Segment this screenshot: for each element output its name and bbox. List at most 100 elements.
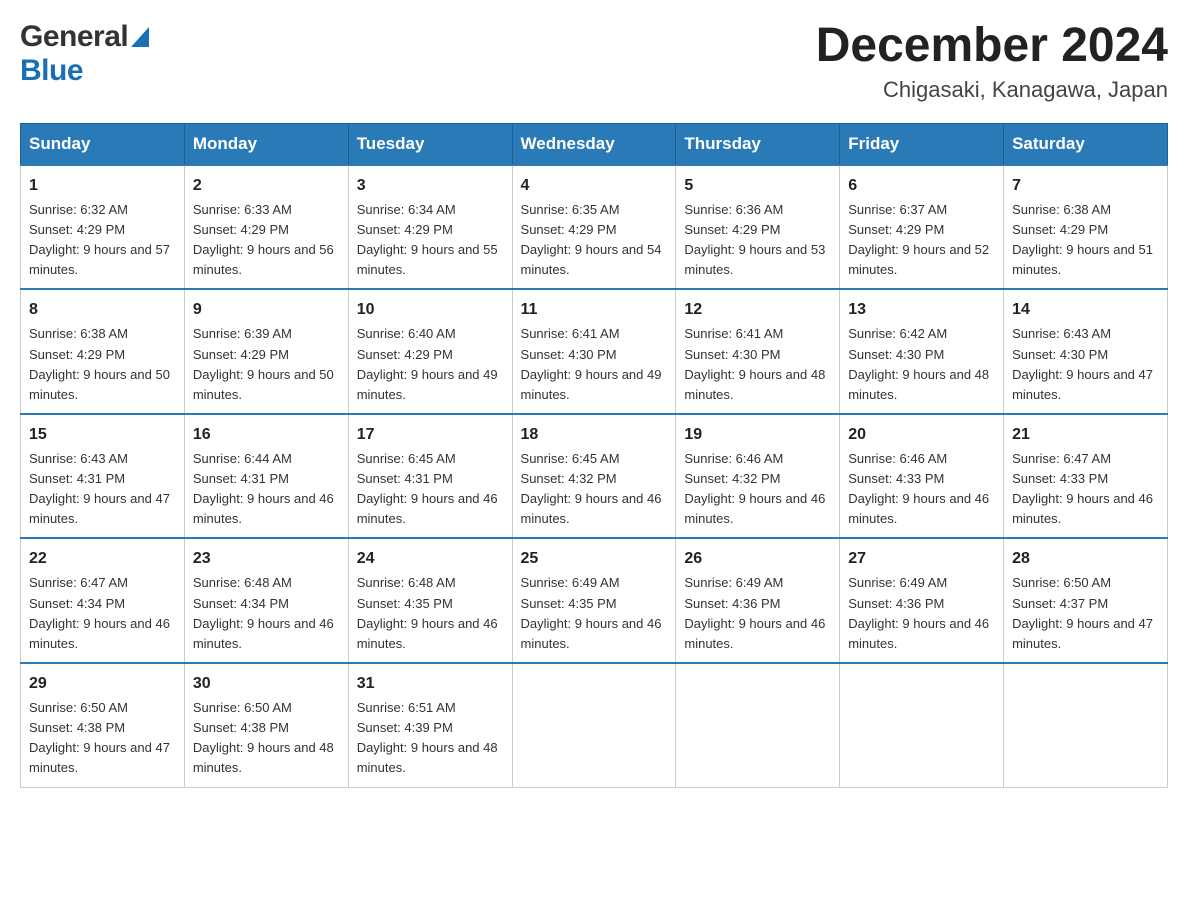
table-row: 25Sunrise: 6:49 AMSunset: 4:35 PMDayligh… bbox=[512, 538, 676, 663]
day-info: Sunrise: 6:43 AMSunset: 4:31 PMDaylight:… bbox=[29, 449, 176, 530]
table-row: 14Sunrise: 6:43 AMSunset: 4:30 PMDayligh… bbox=[1004, 289, 1168, 414]
calendar-week-row: 22Sunrise: 6:47 AMSunset: 4:34 PMDayligh… bbox=[21, 538, 1168, 663]
table-row bbox=[512, 663, 676, 787]
day-number: 12 bbox=[684, 298, 831, 322]
table-row: 27Sunrise: 6:49 AMSunset: 4:36 PMDayligh… bbox=[840, 538, 1004, 663]
table-row: 19Sunrise: 6:46 AMSunset: 4:32 PMDayligh… bbox=[676, 414, 840, 539]
day-number: 18 bbox=[521, 423, 668, 447]
day-number: 21 bbox=[1012, 423, 1159, 447]
table-row bbox=[1004, 663, 1168, 787]
day-number: 3 bbox=[357, 174, 504, 198]
day-number: 15 bbox=[29, 423, 176, 447]
day-info: Sunrise: 6:37 AMSunset: 4:29 PMDaylight:… bbox=[848, 200, 995, 281]
day-info: Sunrise: 6:34 AMSunset: 4:29 PMDaylight:… bbox=[357, 200, 504, 281]
table-row: 21Sunrise: 6:47 AMSunset: 4:33 PMDayligh… bbox=[1004, 414, 1168, 539]
day-info: Sunrise: 6:46 AMSunset: 4:33 PMDaylight:… bbox=[848, 449, 995, 530]
day-number: 22 bbox=[29, 547, 176, 571]
day-number: 7 bbox=[1012, 174, 1159, 198]
day-info: Sunrise: 6:47 AMSunset: 4:34 PMDaylight:… bbox=[29, 573, 176, 654]
table-row: 28Sunrise: 6:50 AMSunset: 4:37 PMDayligh… bbox=[1004, 538, 1168, 663]
table-row: 3Sunrise: 6:34 AMSunset: 4:29 PMDaylight… bbox=[348, 165, 512, 290]
calendar-week-row: 8Sunrise: 6:38 AMSunset: 4:29 PMDaylight… bbox=[21, 289, 1168, 414]
day-info: Sunrise: 6:50 AMSunset: 4:38 PMDaylight:… bbox=[29, 698, 176, 779]
day-info: Sunrise: 6:38 AMSunset: 4:29 PMDaylight:… bbox=[1012, 200, 1159, 281]
calendar-week-row: 1Sunrise: 6:32 AMSunset: 4:29 PMDaylight… bbox=[21, 165, 1168, 290]
day-info: Sunrise: 6:41 AMSunset: 4:30 PMDaylight:… bbox=[521, 324, 668, 405]
logo-general-text: General bbox=[20, 20, 128, 54]
day-info: Sunrise: 6:44 AMSunset: 4:31 PMDaylight:… bbox=[193, 449, 340, 530]
day-number: 27 bbox=[848, 547, 995, 571]
day-info: Sunrise: 6:49 AMSunset: 4:36 PMDaylight:… bbox=[848, 573, 995, 654]
title-section: December 2024 Chigasaki, Kanagawa, Japan bbox=[816, 20, 1168, 103]
day-number: 8 bbox=[29, 298, 176, 322]
calendar-table: Sunday Monday Tuesday Wednesday Thursday… bbox=[20, 123, 1168, 788]
table-row: 8Sunrise: 6:38 AMSunset: 4:29 PMDaylight… bbox=[21, 289, 185, 414]
table-row: 11Sunrise: 6:41 AMSunset: 4:30 PMDayligh… bbox=[512, 289, 676, 414]
table-row: 4Sunrise: 6:35 AMSunset: 4:29 PMDaylight… bbox=[512, 165, 676, 290]
col-thursday: Thursday bbox=[676, 123, 840, 165]
table-row: 1Sunrise: 6:32 AMSunset: 4:29 PMDaylight… bbox=[21, 165, 185, 290]
day-info: Sunrise: 6:48 AMSunset: 4:35 PMDaylight:… bbox=[357, 573, 504, 654]
day-info: Sunrise: 6:47 AMSunset: 4:33 PMDaylight:… bbox=[1012, 449, 1159, 530]
day-number: 6 bbox=[848, 174, 995, 198]
col-monday: Monday bbox=[184, 123, 348, 165]
day-number: 10 bbox=[357, 298, 504, 322]
day-info: Sunrise: 6:45 AMSunset: 4:32 PMDaylight:… bbox=[521, 449, 668, 530]
table-row: 26Sunrise: 6:49 AMSunset: 4:36 PMDayligh… bbox=[676, 538, 840, 663]
calendar-header-row: Sunday Monday Tuesday Wednesday Thursday… bbox=[21, 123, 1168, 165]
day-info: Sunrise: 6:50 AMSunset: 4:37 PMDaylight:… bbox=[1012, 573, 1159, 654]
table-row: 23Sunrise: 6:48 AMSunset: 4:34 PMDayligh… bbox=[184, 538, 348, 663]
day-number: 17 bbox=[357, 423, 504, 447]
day-number: 31 bbox=[357, 672, 504, 696]
day-info: Sunrise: 6:45 AMSunset: 4:31 PMDaylight:… bbox=[357, 449, 504, 530]
day-number: 25 bbox=[521, 547, 668, 571]
table-row bbox=[676, 663, 840, 787]
day-number: 19 bbox=[684, 423, 831, 447]
day-info: Sunrise: 6:51 AMSunset: 4:39 PMDaylight:… bbox=[357, 698, 504, 779]
col-wednesday: Wednesday bbox=[512, 123, 676, 165]
day-number: 5 bbox=[684, 174, 831, 198]
day-info: Sunrise: 6:42 AMSunset: 4:30 PMDaylight:… bbox=[848, 324, 995, 405]
table-row: 15Sunrise: 6:43 AMSunset: 4:31 PMDayligh… bbox=[21, 414, 185, 539]
logo-blue-text: Blue bbox=[20, 54, 83, 87]
table-row: 12Sunrise: 6:41 AMSunset: 4:30 PMDayligh… bbox=[676, 289, 840, 414]
table-row: 30Sunrise: 6:50 AMSunset: 4:38 PMDayligh… bbox=[184, 663, 348, 787]
table-row: 17Sunrise: 6:45 AMSunset: 4:31 PMDayligh… bbox=[348, 414, 512, 539]
table-row: 9Sunrise: 6:39 AMSunset: 4:29 PMDaylight… bbox=[184, 289, 348, 414]
day-number: 29 bbox=[29, 672, 176, 696]
day-number: 1 bbox=[29, 174, 176, 198]
col-tuesday: Tuesday bbox=[348, 123, 512, 165]
day-number: 14 bbox=[1012, 298, 1159, 322]
day-number: 20 bbox=[848, 423, 995, 447]
table-row: 20Sunrise: 6:46 AMSunset: 4:33 PMDayligh… bbox=[840, 414, 1004, 539]
day-info: Sunrise: 6:36 AMSunset: 4:29 PMDaylight:… bbox=[684, 200, 831, 281]
day-number: 9 bbox=[193, 298, 340, 322]
calendar-week-row: 29Sunrise: 6:50 AMSunset: 4:38 PMDayligh… bbox=[21, 663, 1168, 787]
day-number: 23 bbox=[193, 547, 340, 571]
day-number: 13 bbox=[848, 298, 995, 322]
col-saturday: Saturday bbox=[1004, 123, 1168, 165]
day-number: 28 bbox=[1012, 547, 1159, 571]
logo: General Blue bbox=[20, 20, 149, 88]
month-title: December 2024 bbox=[816, 20, 1168, 73]
table-row: 13Sunrise: 6:42 AMSunset: 4:30 PMDayligh… bbox=[840, 289, 1004, 414]
day-info: Sunrise: 6:40 AMSunset: 4:29 PMDaylight:… bbox=[357, 324, 504, 405]
page-header: General Blue December 2024 Chigasaki, Ka… bbox=[20, 20, 1168, 103]
location: Chigasaki, Kanagawa, Japan bbox=[816, 77, 1168, 103]
day-info: Sunrise: 6:35 AMSunset: 4:29 PMDaylight:… bbox=[521, 200, 668, 281]
table-row: 29Sunrise: 6:50 AMSunset: 4:38 PMDayligh… bbox=[21, 663, 185, 787]
table-row: 16Sunrise: 6:44 AMSunset: 4:31 PMDayligh… bbox=[184, 414, 348, 539]
day-info: Sunrise: 6:39 AMSunset: 4:29 PMDaylight:… bbox=[193, 324, 340, 405]
day-number: 30 bbox=[193, 672, 340, 696]
day-info: Sunrise: 6:49 AMSunset: 4:36 PMDaylight:… bbox=[684, 573, 831, 654]
day-info: Sunrise: 6:41 AMSunset: 4:30 PMDaylight:… bbox=[684, 324, 831, 405]
day-number: 16 bbox=[193, 423, 340, 447]
logo-triangle-icon bbox=[131, 27, 149, 52]
day-info: Sunrise: 6:46 AMSunset: 4:32 PMDaylight:… bbox=[684, 449, 831, 530]
table-row: 22Sunrise: 6:47 AMSunset: 4:34 PMDayligh… bbox=[21, 538, 185, 663]
table-row: 5Sunrise: 6:36 AMSunset: 4:29 PMDaylight… bbox=[676, 165, 840, 290]
table-row: 6Sunrise: 6:37 AMSunset: 4:29 PMDaylight… bbox=[840, 165, 1004, 290]
table-row bbox=[840, 663, 1004, 787]
col-sunday: Sunday bbox=[21, 123, 185, 165]
table-row: 31Sunrise: 6:51 AMSunset: 4:39 PMDayligh… bbox=[348, 663, 512, 787]
